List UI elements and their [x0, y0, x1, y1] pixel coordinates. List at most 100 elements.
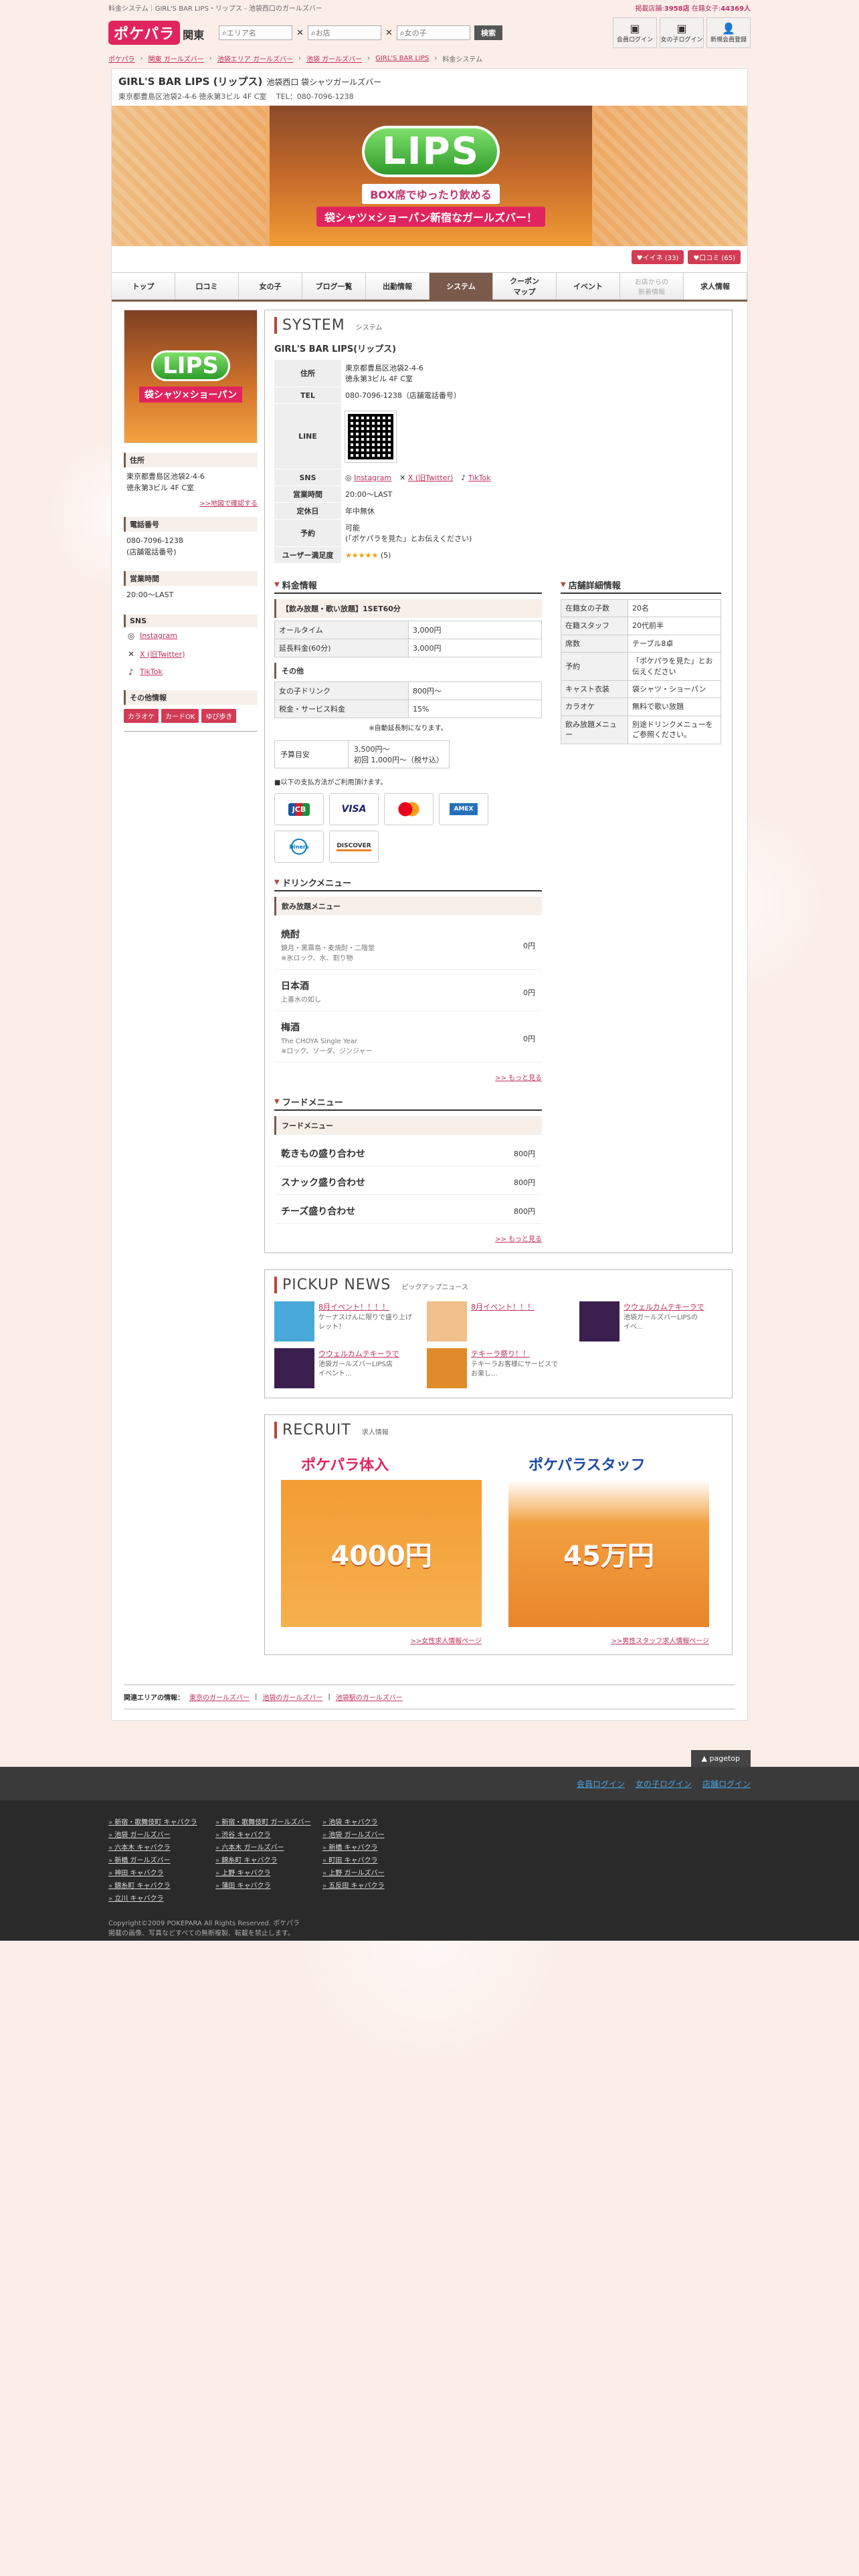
women-recruit-link[interactable]: >>女性求人情報ページ — [410, 1638, 482, 1645]
user-icon: 👤 — [722, 22, 735, 35]
pagetop-button[interactable]: ▲ pagetop — [690, 1750, 751, 1767]
footer-link[interactable]: 新橋 ガールズバー — [108, 1854, 215, 1864]
copyright: Copyright©2009 POKEPARA All Rights Reser… — [108, 1920, 300, 1937]
x-icon: ✕ — [127, 649, 135, 659]
footer-link[interactable]: 新宿・歌舞伎町 ガールズバー — [215, 1816, 322, 1826]
menu-item: スナック盛り合わせ 800円 — [274, 1166, 542, 1195]
recruit-staff-banner[interactable]: 45万円 — [508, 1480, 709, 1627]
shop-search-input[interactable] — [315, 28, 379, 37]
footer-link[interactable]: 池袋 ガールズバー — [108, 1829, 215, 1839]
breadcrumb-link[interactable]: 関東 ガールズバー — [149, 53, 204, 64]
footer-link[interactable]: 池袋 ガールズバー — [322, 1829, 430, 1839]
search-button[interactable]: 検索 — [474, 25, 502, 40]
footer-shop-login[interactable]: 店舗ログイン — [702, 1778, 751, 1790]
related-link[interactable]: 池袋駅のガールズバー — [336, 1692, 403, 1702]
footer-link[interactable]: 池袋 キャバクラ — [322, 1816, 430, 1826]
footer-link[interactable]: 町田 キャバクラ — [322, 1854, 430, 1864]
recruit-panel: RECRUIT 求人情報 ◎ ポケパラ体入 4000円 >>女性求人情報ページ ◎… — [264, 1414, 733, 1655]
footer-link[interactable]: 錦糸町 キャバクラ — [108, 1880, 215, 1890]
site-footer: 新宿・歌舞伎町 キャバクラ 新宿・歌舞伎町 ガールズバー 池袋 キャバクラ 池袋… — [0, 1800, 859, 1941]
tab-top[interactable]: トップ — [112, 273, 175, 300]
news-item[interactable]: 8月イベント！！！！ ケーナスけんに限りで盛り上げ レット！ — [274, 1301, 417, 1341]
news-item[interactable]: ウウェルカムテキーラで 池袋ガールズバーLIPSの イベ... — [579, 1301, 723, 1341]
tab-schedule[interactable]: 出勤情報 — [366, 273, 430, 300]
shop-banner[interactable]: LIPS BOX席でゆったり飲める 袋シャツ×ショーパン新宿なガールズバー！ — [112, 106, 747, 246]
news-item[interactable]: ウウェルカムテキーラで 池袋ガールズバーLIPS店 イベント... — [274, 1348, 417, 1388]
news-thumbnail — [427, 1301, 467, 1341]
mastercard-icon — [384, 793, 434, 825]
pokepara-staff-logo[interactable]: ◎ ポケパラスタッフ — [508, 1453, 709, 1475]
footer-link[interactable]: 六本木 ガールズバー — [215, 1842, 322, 1852]
area-search-input[interactable] — [226, 28, 290, 37]
recruit-women: ◎ ポケパラ体入 4000円 >>女性求人情報ページ — [281, 1453, 482, 1645]
review-badge[interactable]: ♥口コミ (65) — [688, 250, 741, 264]
shop-thumbnail[interactable]: LIPS 袋シャツ×ショーパン — [124, 310, 258, 443]
footer-link[interactable]: 立川 キャバクラ — [108, 1893, 215, 1903]
related-link[interactable]: 池袋のガールズバー — [262, 1692, 322, 1702]
shop-detail-section: ▼ 店舗詳細情報 在籍女の子数 20名 在籍スタッフ 20代前半 席数 テーブル8卓 予… — [561, 578, 721, 863]
x-icon: ✕ — [399, 473, 406, 482]
footer-link[interactable]: 五反田 キャバクラ — [322, 1880, 430, 1890]
footer-link[interactable]: 蒲田 キャバクラ — [215, 1880, 322, 1890]
left-address: 住所 東京都豊島区池袋2-4-6 徳永第3ビル 4F C室 >>地図で確認する — [124, 453, 258, 508]
breadcrumb-link[interactable]: ポケパラ — [108, 53, 135, 64]
footer-member-login[interactable]: 会員ログイン — [577, 1778, 625, 1790]
footer-link[interactable]: 上野 キャバクラ — [215, 1867, 322, 1877]
girl-login-button[interactable]: ▣ 女の子ログイン — [660, 17, 704, 48]
shop-search-field[interactable]: ⌕ — [308, 25, 382, 40]
footer-link[interactable]: 新宿・歌舞伎町 キャバクラ — [108, 1816, 215, 1826]
x-link[interactable]: ✕ X (旧Twitter) — [124, 645, 258, 663]
shop-detail-table: 在籍女の子数 20名 在籍スタッフ 20代前半 席数 テーブル8卓 予約 「ポケパラを見… — [561, 599, 721, 744]
tab-reviews[interactable]: 口コミ — [175, 273, 239, 300]
footer-link[interactable]: 神田 キャバクラ — [108, 1867, 215, 1877]
footer-link[interactable]: 新橋 キャバクラ — [322, 1842, 430, 1852]
feature-chip: ゆび歩き — [201, 708, 237, 723]
left-sidebar: LIPS 袋シャツ×ショーパン 住所 東京都豊島区池袋2-4-6 徳永第3ビル … — [124, 310, 258, 1671]
shop-header: GIRL'S BAR LIPS (リップス) 池袋西口 袋シャツガールズバー 東京… — [112, 69, 747, 106]
tab-system[interactable]: システム — [430, 273, 493, 300]
area-search-field[interactable]: ⌕ — [219, 25, 293, 40]
tab-recruit[interactable]: 求人情報 — [684, 273, 747, 300]
member-login-button[interactable]: ▣ 会員ログイン — [613, 17, 657, 48]
instagram-link[interactable]: ◎ Instagram — [124, 627, 258, 645]
girl-search-field[interactable]: ⌕ — [396, 25, 470, 40]
staff-recruit-link[interactable]: >>男性スタッフ求人情報ページ — [611, 1638, 709, 1645]
site-logo[interactable]: ポケパラ 関東 — [108, 21, 204, 45]
footer-link[interactable]: 錦糸町 キャバクラ — [215, 1854, 322, 1864]
instagram-link[interactable]: ◎ Instagram — [345, 473, 391, 482]
recruit-women-banner[interactable]: 4000円 — [281, 1480, 482, 1627]
like-badge[interactable]: ♥イイネ (33) — [631, 250, 684, 264]
food-more-link[interactable]: >> もっと見る — [495, 1236, 542, 1243]
news-item[interactable]: テキーラ祭り！！ テキーラお客様にサービスで お楽し... — [427, 1348, 570, 1388]
footer-link[interactable]: 上野 ガールズバー — [322, 1867, 430, 1877]
system-info-table: 住所 東京都豊島区池袋2-4-6 徳永第3ビル 4F C室 TEL 080-7096… — [274, 360, 495, 564]
footer-link[interactable]: 渋谷 キャバクラ — [215, 1829, 322, 1839]
drink-more-link[interactable]: >> もっと見る — [495, 1075, 542, 1082]
girl-search-input[interactable] — [404, 28, 467, 37]
pokepara-taiiri-logo[interactable]: ◎ ポケパラ体入 — [281, 1453, 482, 1475]
banner-logo: LIPS — [362, 125, 500, 177]
tab-shop-news[interactable]: お店からの 新着情報 — [620, 273, 684, 300]
breadcrumb-link[interactable]: 池袋 ガールズバー — [306, 53, 362, 64]
tab-coupon-map[interactable]: クーポン マップ — [493, 273, 557, 300]
shop-tabs: トップ 口コミ 女の子 ブログ一覧 出勤情報 システム クーポン マップ イベン… — [112, 272, 747, 302]
tab-girls[interactable]: 女の子 — [239, 273, 302, 300]
x-link[interactable]: ✕ X (旧Twitter) — [399, 472, 453, 483]
line-qr-code[interactable] — [345, 410, 397, 463]
tab-blog[interactable]: ブログ一覧 — [302, 273, 366, 300]
tiktok-link[interactable]: ♪ TikTok — [124, 663, 258, 681]
price-section: ▼ 料金情報 【飲み放題・歌い放題】1SET60分 オールタイム 3,000円 延長… — [274, 578, 542, 863]
register-button[interactable]: 👤 新規会員登録 — [706, 17, 751, 48]
related-link[interactable]: 東京のガールズバー — [189, 1692, 250, 1702]
tiktok-link[interactable]: ♪ TikTok — [461, 473, 490, 482]
breadcrumb-link[interactable]: 池袋エリア ガールズバー — [217, 53, 293, 64]
footer-girl-login[interactable]: 女の子ログイン — [636, 1778, 692, 1790]
map-link[interactable]: >>地図で確認する — [124, 498, 258, 508]
logo-icon: ◎ — [281, 1456, 297, 1472]
cross-icon: ✕ — [296, 27, 304, 38]
tab-events[interactable]: イベント — [557, 273, 620, 300]
menu-item: 焼酎 鏡月・黒霧島・麦焼酎・二階堂 ※氷ロック、水、割り物 0円 — [274, 918, 542, 970]
footer-link[interactable]: 六本木 キャバクラ — [108, 1842, 215, 1852]
news-item[interactable]: 8月イベント！！！ — [427, 1301, 570, 1341]
breadcrumb-link[interactable]: GIRL'S BAR LIPS — [375, 55, 429, 62]
